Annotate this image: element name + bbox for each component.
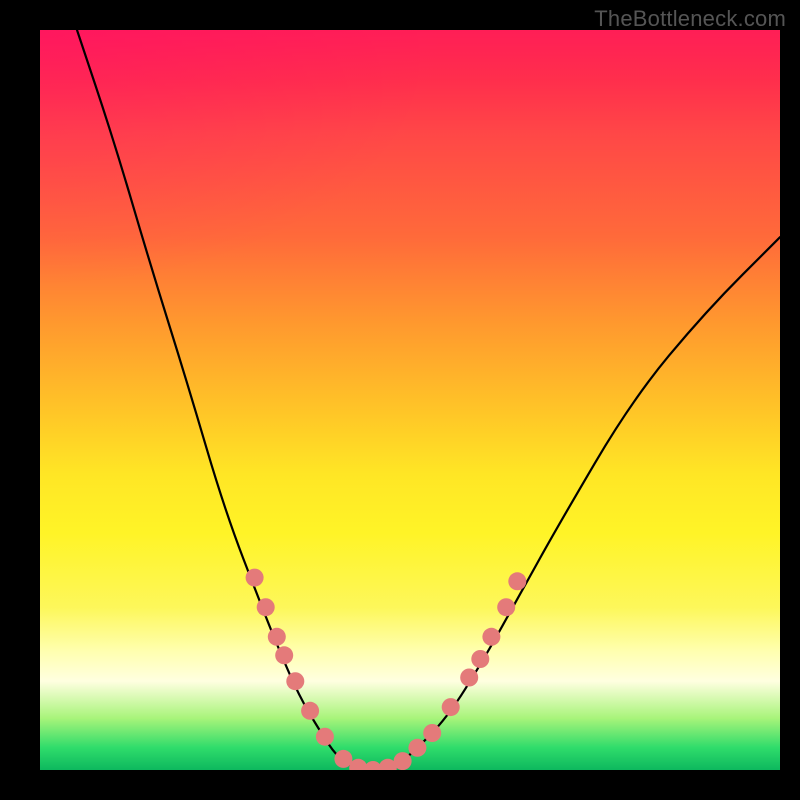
watermark-text: TheBottleneck.com	[594, 6, 786, 32]
marker-dot	[246, 569, 264, 587]
marker-dot	[394, 752, 412, 770]
marker-dot	[442, 698, 460, 716]
marker-dot	[301, 702, 319, 720]
marker-dot	[316, 728, 334, 746]
marker-dot	[423, 724, 441, 742]
marker-dot	[460, 669, 478, 687]
marker-dot	[408, 739, 426, 757]
marker-dot	[268, 628, 286, 646]
chart-frame: TheBottleneck.com	[0, 0, 800, 800]
marker-dot	[275, 646, 293, 664]
plot-area	[40, 30, 780, 770]
marker-dot	[286, 672, 304, 690]
marker-dot	[508, 572, 526, 590]
marker-dot	[482, 628, 500, 646]
marker-dot	[257, 598, 275, 616]
bottleneck-curve-svg	[40, 30, 780, 770]
marker-dot	[497, 598, 515, 616]
bottleneck-curve-path	[77, 30, 780, 770]
marker-dot	[471, 650, 489, 668]
